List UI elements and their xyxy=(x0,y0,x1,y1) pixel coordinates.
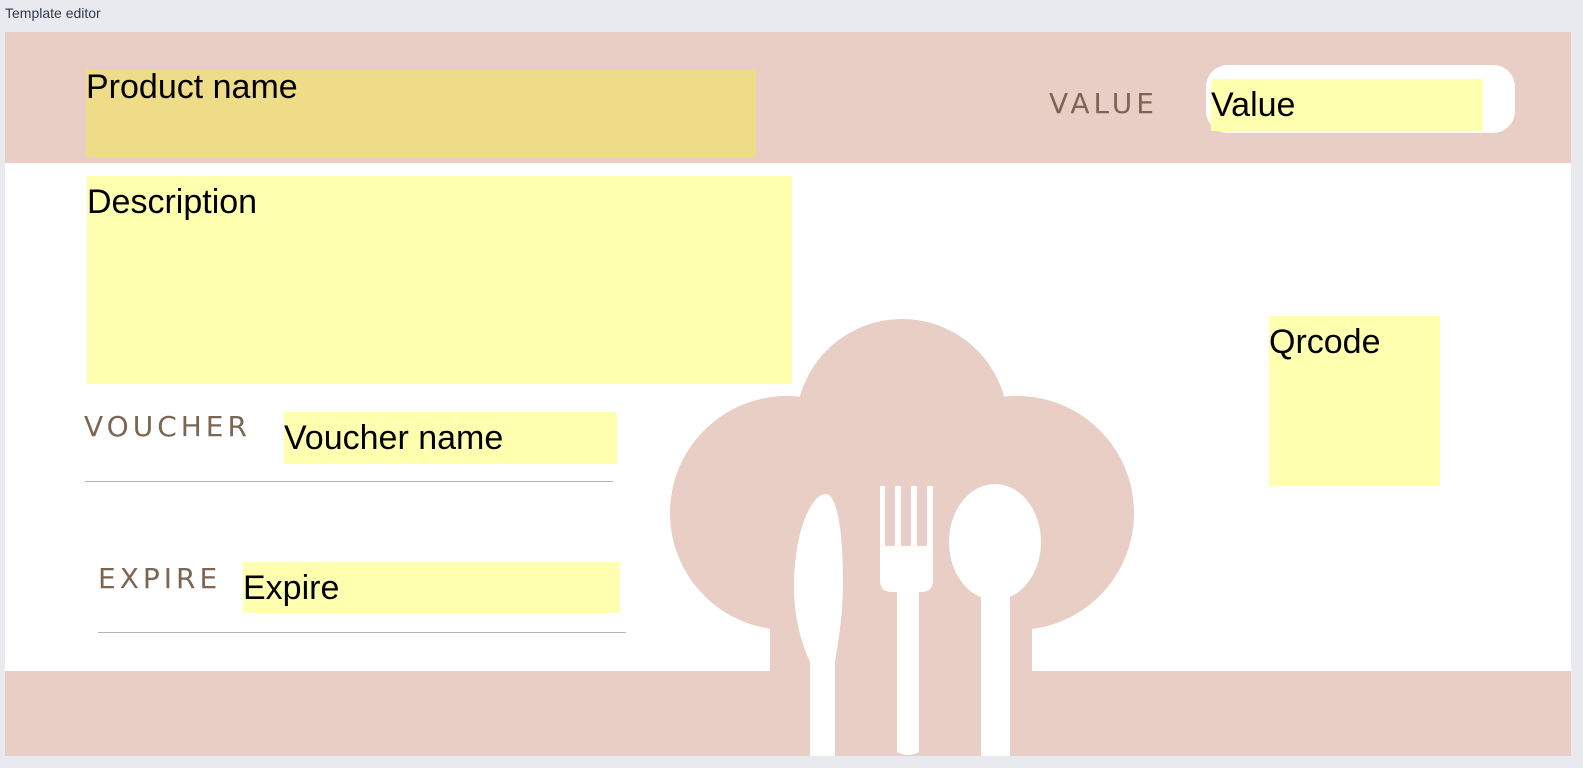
app-title: Template editor xyxy=(5,5,101,21)
voucher-name-field[interactable]: Voucher name xyxy=(284,412,617,464)
expire-underline xyxy=(98,632,626,633)
expire-field[interactable]: Expire xyxy=(243,562,620,613)
template-canvas[interactable]: Product name VALUE Value Description VOU… xyxy=(5,32,1571,756)
value-label: VALUE xyxy=(1049,87,1158,120)
voucher-label: VOUCHER xyxy=(84,410,251,443)
expire-label: EXPIRE xyxy=(98,562,222,595)
product-name-field[interactable]: Product name xyxy=(86,69,756,157)
description-field[interactable]: Description xyxy=(87,176,792,384)
value-field[interactable]: Value xyxy=(1211,79,1483,131)
voucher-underline xyxy=(85,481,613,482)
qrcode-field[interactable]: Qrcode xyxy=(1269,316,1440,486)
